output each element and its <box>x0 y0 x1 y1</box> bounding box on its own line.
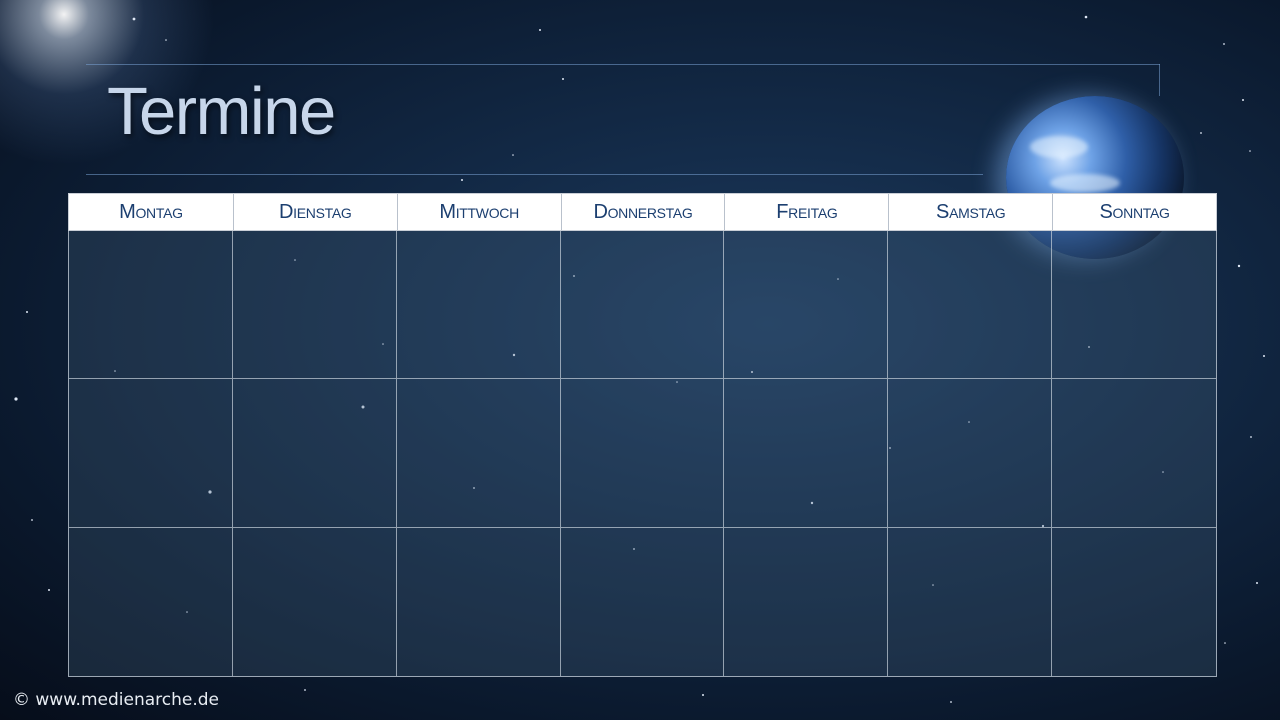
calendar-cell <box>724 379 889 528</box>
calendar-cell <box>69 527 233 676</box>
calendar-cell <box>397 527 561 676</box>
weekday-monday: Montag <box>119 200 183 223</box>
right-frame-line <box>1159 64 1160 96</box>
calendar-cell <box>1052 528 1216 676</box>
calendar-cell <box>232 231 397 380</box>
calendar-cell <box>233 527 397 676</box>
copyright-notice: © www.medienarche.de <box>13 690 219 710</box>
weekly-calendar: Montag Dienstag Mittwoch Donnerstag Frei… <box>68 193 1217 677</box>
earth-cloud <box>1030 136 1088 158</box>
calendar-cell <box>69 231 233 380</box>
calendar-cell <box>560 379 725 528</box>
weekday-saturday: Samstag <box>888 194 1052 230</box>
calendar-cell <box>888 379 1053 528</box>
weekday-tuesday: Dienstag <box>232 194 397 230</box>
calendar-cell <box>888 231 1053 380</box>
weekday-thursday: Donnerstag <box>560 194 725 230</box>
calendar-cell <box>560 231 725 380</box>
weekday-friday: Freitag <box>724 194 888 230</box>
calendar-cell <box>724 527 889 676</box>
calendar-cell <box>1052 379 1216 528</box>
calendar-cell <box>69 379 233 528</box>
top-frame-line <box>86 64 1160 65</box>
calendar-cell <box>396 379 561 528</box>
calendar-grid <box>68 231 1217 677</box>
earth-cloud <box>1050 174 1120 192</box>
calendar-cell <box>561 527 725 676</box>
title-underline <box>86 174 983 175</box>
calendar-cell <box>396 231 561 380</box>
calendar-cell <box>724 231 889 380</box>
weekday-wednesday: Mittwoch <box>396 194 561 230</box>
calendar-header: Montag Dienstag Mittwoch Donnerstag Frei… <box>68 193 1217 231</box>
calendar-cell <box>232 379 397 528</box>
calendar-cell <box>888 527 1053 676</box>
page-title: Termine <box>107 74 336 149</box>
calendar-cell <box>1052 231 1216 380</box>
weekday-sunday: Sonntag <box>1052 194 1216 230</box>
